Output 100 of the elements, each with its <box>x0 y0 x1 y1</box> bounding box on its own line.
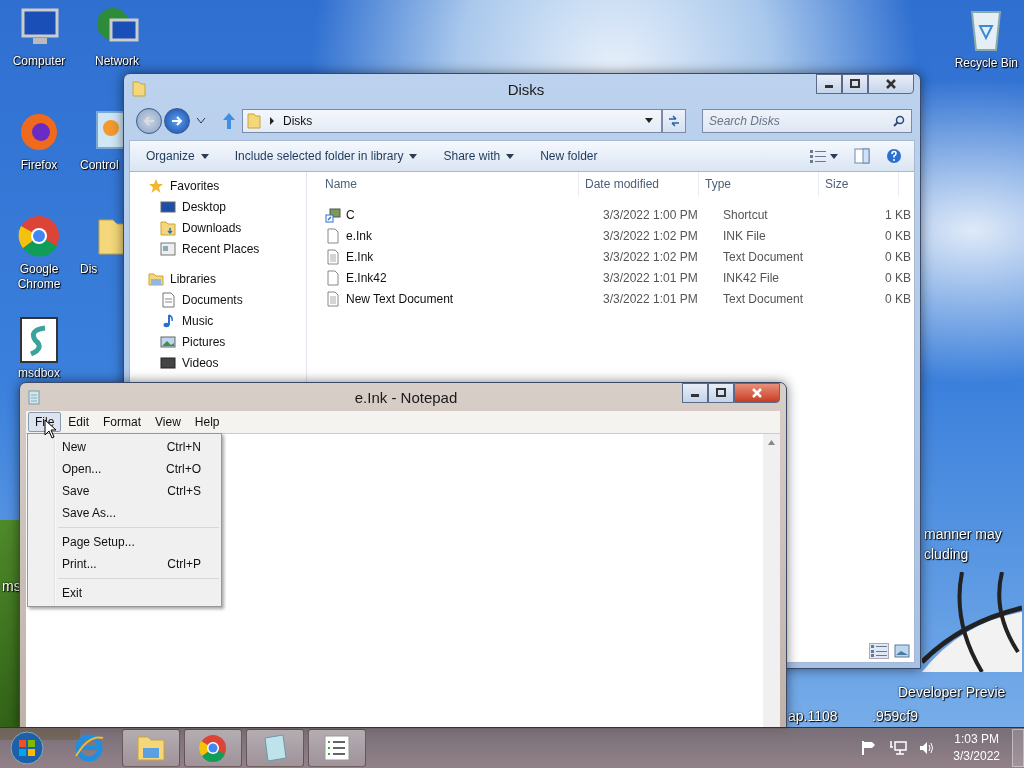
nav-item[interactable]: Downloads <box>160 220 242 236</box>
date-cell-text: 3/3/2022 1:01 PM <box>602 270 699 285</box>
menu-entry[interactable]: Print... Ctrl+P <box>28 553 221 575</box>
toolbar-button[interactable]: Include selected folder in library <box>226 145 426 167</box>
breadcrumb-item[interactable]: Disks <box>283 114 313 128</box>
notepad-taskbar-button[interactable] <box>246 729 304 767</box>
search-field[interactable]: Search Disks <box>702 109 912 133</box>
desktop-watermark-text: Developer Previe <box>898 684 1006 700</box>
nav-item[interactable]: Music <box>160 313 214 329</box>
speaker-icon[interactable] <box>919 740 936 756</box>
menu-entry[interactable]: Save As... <box>28 502 221 524</box>
details-view-icon[interactable] <box>870 644 888 658</box>
search-icon <box>893 115 905 127</box>
column-header[interactable]: Date modified <box>579 172 699 196</box>
desktop-icon-label[interactable]: Firefox <box>20 158 58 173</box>
close-button[interactable] <box>734 383 780 403</box>
list-app-taskbar-button[interactable] <box>308 729 366 767</box>
desktop-icon-label[interactable]: Computer <box>12 54 66 69</box>
file-name-cell[interactable]: E.Ink <box>319 248 374 265</box>
caret-down-icon <box>506 153 515 159</box>
desktop-icon-label[interactable]: Google Chrome <box>3 262 75 292</box>
column-header[interactable]: Type <box>699 172 819 196</box>
view-options-icon[interactable] <box>810 149 826 163</box>
desktop-icon-label[interactable]: Dis <box>80 262 98 277</box>
nav-group[interactable]: Favorites <box>148 178 220 194</box>
desktop-icon-label[interactable]: Control <box>80 158 119 173</box>
library-folder-icon <box>148 271 164 287</box>
preview-pane-icon[interactable] <box>854 148 870 164</box>
maximize-button[interactable] <box>708 383 734 403</box>
nav-item[interactable]: Documents <box>160 292 243 308</box>
chrome-taskbar-button[interactable] <box>184 729 242 767</box>
clock-date: 3/3/2022 <box>953 748 1000 765</box>
date-cell-text: 3/3/2022 1:01 PM <box>602 291 699 306</box>
nav-item[interactable]: Videos <box>160 355 219 371</box>
menu-entry[interactable]: Save Ctrl+S <box>28 480 221 502</box>
clock-time: 1:03 PM <box>954 731 999 748</box>
column-header[interactable]: Size <box>819 172 899 196</box>
maximize-button[interactable] <box>842 74 868 94</box>
caret-down-icon[interactable] <box>830 153 838 159</box>
blank-file-icon <box>325 269 341 286</box>
picture-icon <box>160 334 176 350</box>
toolbar-button[interactable]: Organize <box>138 145 217 167</box>
toolbar-button[interactable]: Share with <box>435 145 523 167</box>
nav-group[interactable]: Libraries <box>148 271 217 287</box>
file-name-cell[interactable]: New Text Document <box>319 290 454 307</box>
help-icon[interactable] <box>886 148 902 164</box>
history-dropdown-icon[interactable] <box>196 117 206 125</box>
size-cell-text: 0 KB <box>884 270 912 285</box>
menu-entry[interactable]: Page Setup... <box>28 531 221 553</box>
vertical-scrollbar[interactable] <box>763 434 780 728</box>
chrome-icon <box>197 732 229 764</box>
menu-item[interactable]: Help <box>187 412 227 432</box>
scroll-up-icon[interactable] <box>768 440 775 445</box>
back-button[interactable] <box>136 108 162 134</box>
desktop-watermark-text: manner may <box>924 526 1002 542</box>
nav-item[interactable]: Recent Places <box>160 241 260 257</box>
menu-entry[interactable]: Open... Ctrl+O <box>28 458 221 480</box>
date-cell-text: 3/3/2022 1:00 PM <box>602 207 699 222</box>
refresh-arrows-icon <box>667 115 681 127</box>
file-name-cell[interactable]: E.Ink42 <box>319 269 387 286</box>
flag-icon[interactable] <box>861 740 878 756</box>
desktop-watermark-text: .959cf9 <box>872 708 918 724</box>
caret-down-icon <box>200 153 209 159</box>
nav-item[interactable]: Pictures <box>160 334 226 350</box>
desktop-watermark-text: ap.1108 <box>788 708 838 724</box>
toolbar-button[interactable]: New folder <box>532 145 606 167</box>
caret-down-icon[interactable] <box>645 118 653 124</box>
windows-logo-icon <box>10 731 44 765</box>
menu-item[interactable]: Edit <box>61 412 97 432</box>
back-arrow-icon <box>142 115 156 127</box>
address-bar[interactable]: Disks <box>242 109 662 133</box>
film-icon <box>160 355 176 371</box>
maximize-icon <box>850 79 860 89</box>
minimize-button[interactable] <box>682 383 708 403</box>
file-explorer-taskbar-button[interactable] <box>122 729 180 767</box>
menu-entry[interactable]: Exit <box>28 582 221 604</box>
maximize-icon <box>716 388 726 398</box>
file-name-cell[interactable]: C <box>319 206 355 223</box>
column-header[interactable]: Name <box>319 172 579 196</box>
desktop-icon-label[interactable]: msdbox <box>18 366 60 381</box>
refresh-button[interactable] <box>662 109 686 133</box>
size-cell-text: 1 KB <box>884 207 912 222</box>
window-title: Disks <box>506 80 546 98</box>
minimize-button[interactable] <box>816 74 842 94</box>
menu-item[interactable]: Format <box>96 412 149 432</box>
desktop-icon-label[interactable]: Network <box>95 54 139 69</box>
file-name-cell[interactable]: e.Ink <box>319 227 372 244</box>
forward-button[interactable] <box>164 108 190 134</box>
folder-icon <box>132 81 146 97</box>
type-cell-text: Text Document <box>722 249 805 264</box>
close-button[interactable] <box>868 74 914 94</box>
large-icons-view-icon[interactable] <box>894 644 910 658</box>
network-icon[interactable] <box>889 740 908 756</box>
size-cell-text: 0 KB <box>884 291 912 306</box>
nav-item[interactable]: Desktop <box>160 199 227 215</box>
desktop-icon-label[interactable]: Recycle Bin <box>954 56 1018 71</box>
folder-icon <box>247 113 261 129</box>
clock[interactable]: 1:03 PM 3/3/2022 <box>953 731 1000 765</box>
menu-item[interactable]: View <box>148 412 188 432</box>
menu-entry[interactable]: New Ctrl+N <box>28 436 221 458</box>
